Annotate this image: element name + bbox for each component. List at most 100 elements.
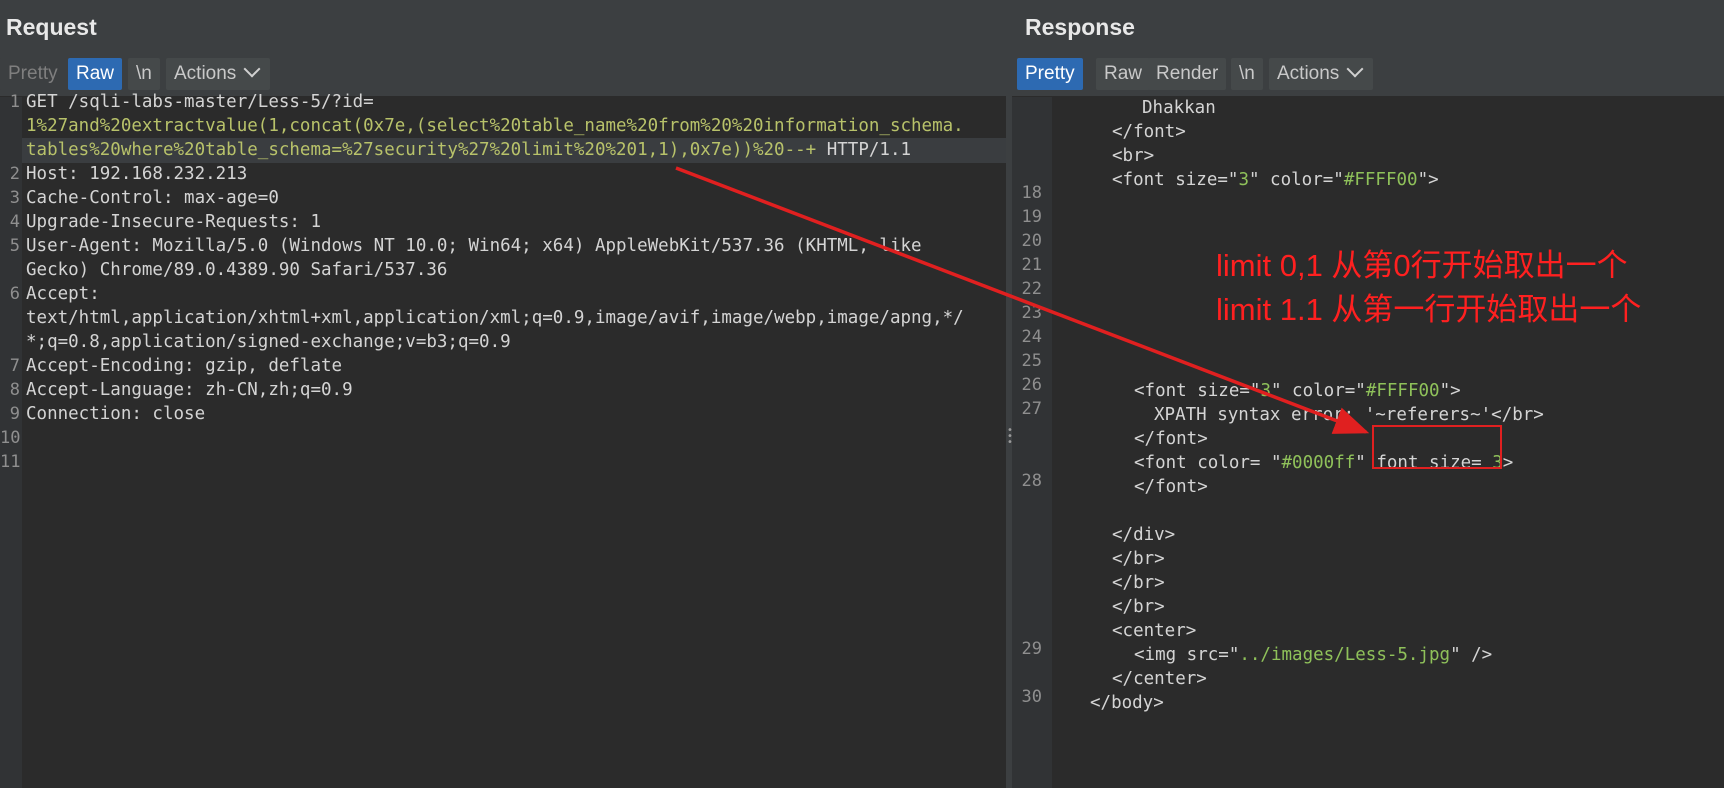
- response-text: Dhakkan: [1142, 98, 1216, 118]
- annotation-line-1: limit 0,1 从第0行开始取出一个: [1216, 248, 1628, 283]
- response-tag: </body>: [1090, 693, 1164, 713]
- code-token: <img src=": [1134, 645, 1240, 665]
- response-tag: </div>: [1112, 525, 1176, 545]
- line-number: 22: [1021, 279, 1042, 299]
- line-number: 25: [1021, 351, 1042, 371]
- request-line-6: Accept:: [26, 284, 100, 304]
- line-number: 11: [0, 452, 21, 472]
- code-token: ">: [1439, 381, 1461, 401]
- response-title: Response: [1025, 14, 1135, 40]
- line-number: 3: [9, 188, 20, 208]
- response-render-tab[interactable]: Render: [1148, 58, 1227, 90]
- line-number: 5: [9, 236, 20, 256]
- line-number: 23: [1021, 303, 1042, 323]
- code-token: #FFFF00: [1343, 170, 1418, 190]
- request-line-4: Upgrade-Insecure-Requests: 1: [26, 212, 322, 232]
- code-token: '</br>: [1480, 405, 1544, 425]
- request-pretty-tab[interactable]: Pretty: [0, 58, 66, 90]
- code-token: " color=": [1248, 170, 1344, 190]
- line-number: 24: [1021, 327, 1042, 347]
- request-line-6-cont: text/html,application/xhtml+xml,applicat…: [26, 308, 964, 328]
- request-line-1-payload: 1%27and%20extractvalue(1,concat(0x7e,(se…: [26, 116, 964, 136]
- code-token: XPATH syntax error: ': [1154, 405, 1376, 425]
- response-raw-tab[interactable]: Raw: [1096, 58, 1151, 90]
- response-tag: </center>: [1112, 669, 1207, 689]
- response-pretty-tab[interactable]: Pretty: [1017, 58, 1083, 90]
- line-number: 20: [1021, 231, 1042, 251]
- http-version: HTTP/1.1: [816, 140, 912, 160]
- code-token: " />: [1450, 645, 1493, 665]
- line-number: 7: [9, 356, 20, 376]
- request-header: Request: [0, 0, 1006, 54]
- response-tag: </font>: [1134, 429, 1208, 449]
- request-line-2: Host: 192.168.232.213: [26, 164, 248, 184]
- line-number: 6: [9, 284, 20, 304]
- code-token: ../images/Less-5.jpg: [1239, 645, 1451, 665]
- payload-text: tables%20where%20table_schema=%27securit…: [26, 140, 817, 160]
- annotation-line-2: limit 1.1 从第一行开始取出一个: [1216, 292, 1642, 327]
- code-token: 3: [1238, 170, 1249, 190]
- request-title: Request: [6, 14, 97, 40]
- chevron-down-icon: [1346, 60, 1364, 78]
- line-number: 18: [1021, 183, 1042, 203]
- line-number: 9: [9, 404, 20, 424]
- code-token: " color=": [1270, 381, 1366, 401]
- response-actions-label: Actions: [1277, 63, 1340, 84]
- response-img-tag: <img src="../images/Less-5.jpg" />: [1134, 643, 1492, 668]
- request-line-7: Accept-Encoding: gzip, deflate: [26, 356, 343, 376]
- line-number: 19: [1021, 207, 1042, 227]
- request-raw-tab[interactable]: Raw: [68, 58, 123, 90]
- line-number: 4: [9, 212, 20, 232]
- response-tag: <br>: [1112, 146, 1155, 166]
- response-font-tag: <font size="3" color="#FFFF00">: [1112, 168, 1439, 193]
- code-token: >: [1502, 453, 1514, 473]
- request-line-9: Connection: close: [26, 404, 206, 424]
- request-pane: Request Pretty Raw \n Actions 1 2 3 4 5 …: [0, 0, 1006, 788]
- response-tag: <center>: [1112, 621, 1197, 641]
- response-tag: </font>: [1112, 122, 1186, 142]
- line-number: 10: [0, 428, 21, 448]
- request-line-5-cont: Gecko) Chrome/89.0.4389.90 Safari/537.36: [26, 260, 448, 280]
- code-token: <font size=": [1112, 170, 1239, 190]
- response-tag: </font>: [1134, 477, 1208, 497]
- response-actions-menu[interactable]: Actions: [1269, 58, 1374, 90]
- line-number: 21: [1021, 255, 1042, 275]
- drag-handle-icon[interactable]: • • •: [1007, 426, 1013, 448]
- request-actions-menu[interactable]: Actions: [166, 58, 271, 90]
- line-number: 1: [9, 92, 20, 112]
- response-font-tag: <font size="3" color="#FFFF00">: [1134, 379, 1461, 404]
- request-line-8: Accept-Language: zh-CN,zh;q=0.9: [26, 380, 353, 400]
- request-line-1-cont: tables%20where%20table_schema=%27securit…: [26, 138, 911, 163]
- request-line-3: Cache-Control: max-age=0: [26, 188, 279, 208]
- request-line-5: User-Agent: Mozilla/5.0 (Windows NT 10.0…: [26, 236, 922, 256]
- request-newline-toggle[interactable]: \n: [128, 58, 160, 90]
- request-line-6-cont2: *;q=0.8,application/signed-exchange;v=b3…: [26, 332, 511, 352]
- line-number: 30: [1021, 687, 1042, 707]
- response-tag: </br>: [1112, 549, 1165, 569]
- line-number: 2: [9, 164, 20, 184]
- response-pane: Response Pretty Raw Render \n Actions 18…: [1012, 0, 1724, 788]
- line-number: 26: [1021, 375, 1042, 395]
- response-tag: </br>: [1112, 597, 1165, 617]
- highlight-box: [1372, 425, 1502, 469]
- line-number: 27: [1021, 399, 1042, 419]
- code-token: <font size=": [1134, 381, 1261, 401]
- line-number: 28: [1021, 471, 1042, 491]
- code-token: 3: [1260, 381, 1271, 401]
- response-toolbar: Pretty Raw Render \n Actions: [1012, 54, 1724, 97]
- request-line-1: GET /sqli-labs-master/Less-5/?id=: [26, 92, 374, 112]
- response-editor[interactable]: 18 19 20 21 22 23 24 25 26 27 28 29 30 D…: [1012, 97, 1724, 788]
- response-header: Response: [1012, 0, 1724, 54]
- line-number: 29: [1021, 639, 1042, 659]
- code-token: #0000ff: [1281, 453, 1356, 473]
- code-token: <font color= ": [1134, 453, 1282, 473]
- response-newline-toggle[interactable]: \n: [1231, 58, 1263, 90]
- request-actions-label: Actions: [174, 63, 237, 84]
- extracted-table-name: ~referers~: [1375, 405, 1481, 425]
- line-number: 8: [9, 380, 20, 400]
- response-tag: </br>: [1112, 573, 1165, 593]
- code-token: ">: [1417, 170, 1439, 190]
- code-token: #FFFF00: [1365, 381, 1440, 401]
- chevron-down-icon: [243, 60, 261, 78]
- request-editor[interactable]: 1 2 3 4 5 6 7 8 9 10 11 GET /sqli-labs-m…: [0, 92, 1006, 788]
